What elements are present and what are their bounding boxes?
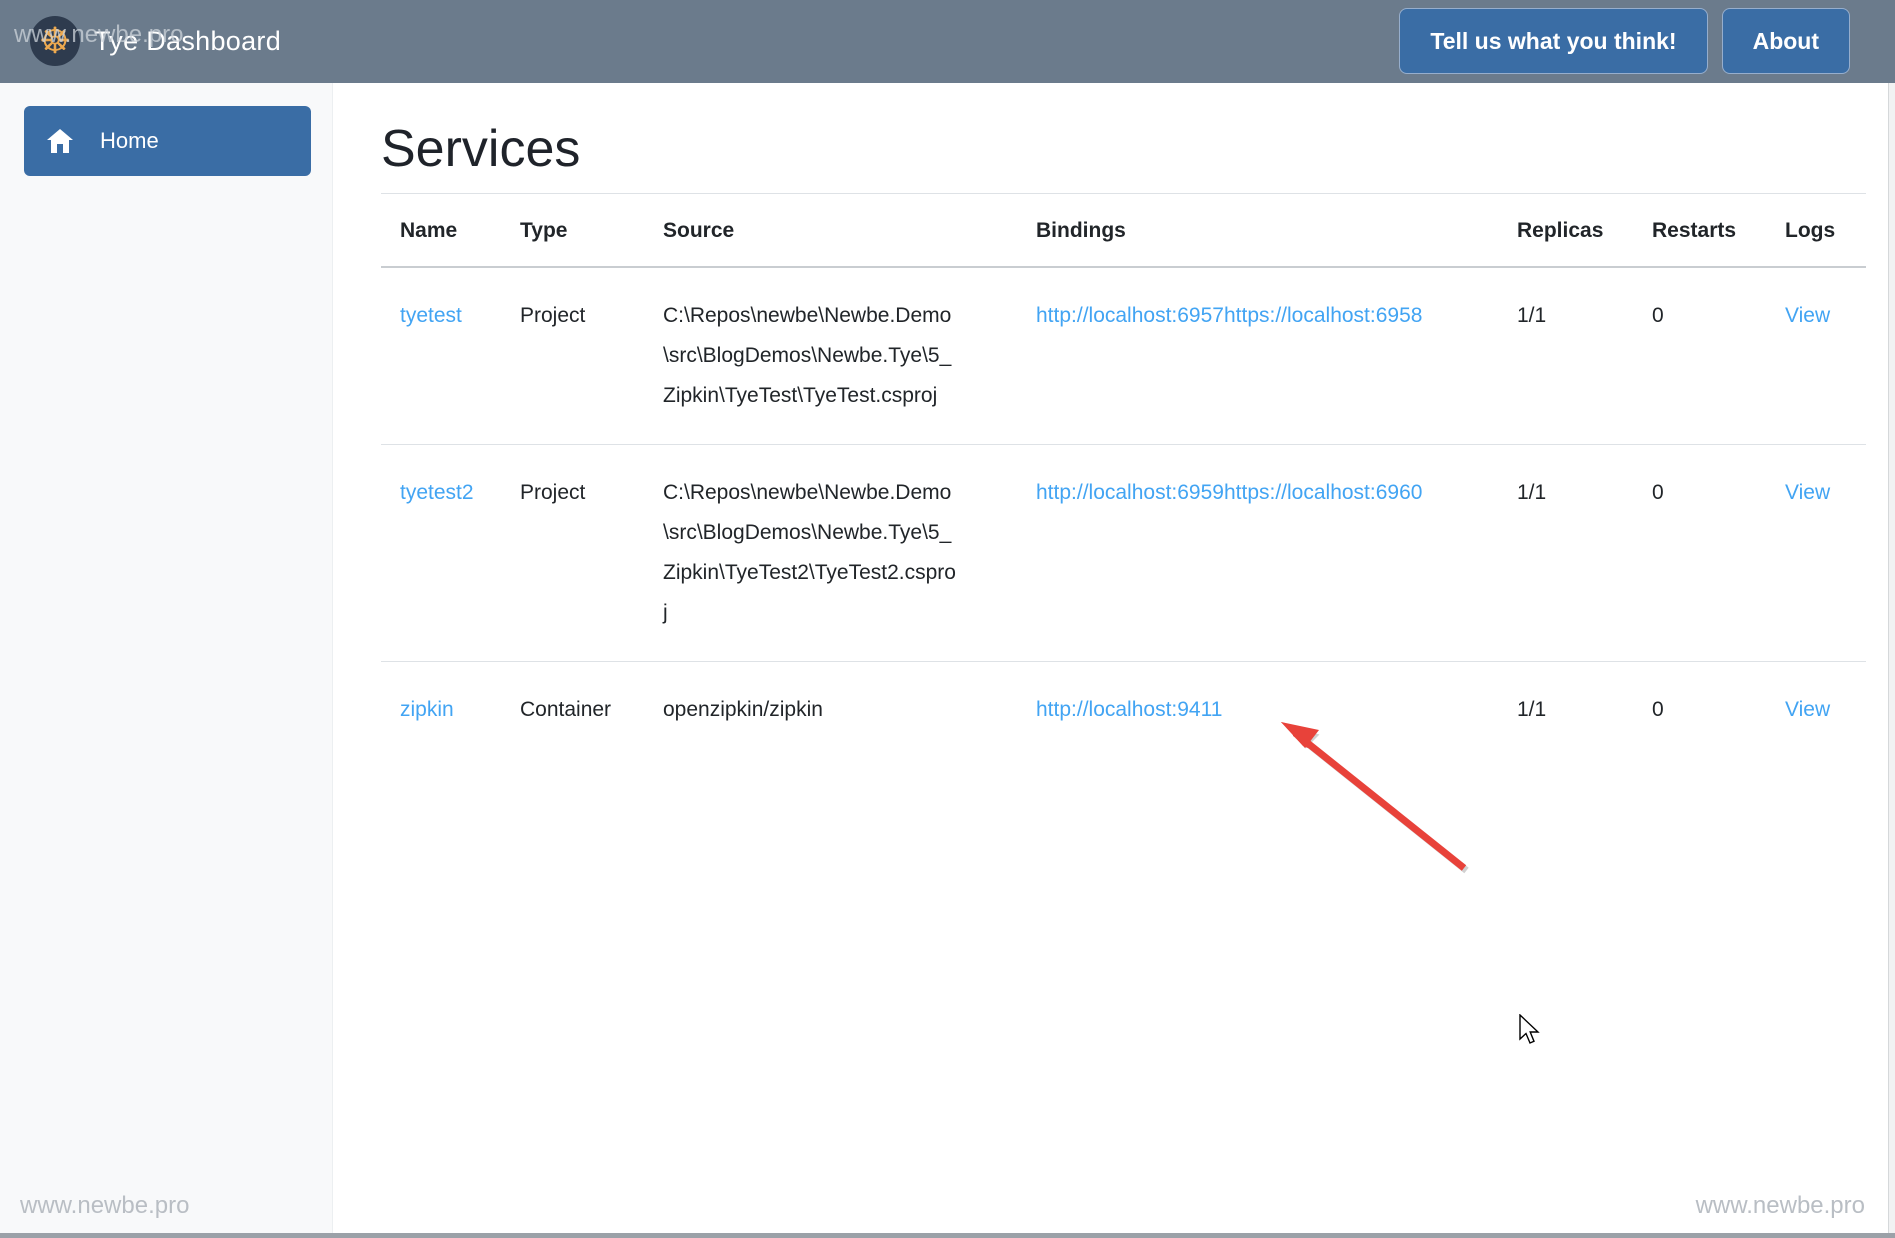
feedback-button[interactable]: Tell us what you think! bbox=[1399, 8, 1707, 74]
service-bindings: http://localhost:9411 bbox=[1017, 662, 1498, 759]
navbar-actions: Tell us what you think! About bbox=[1399, 8, 1850, 74]
service-source: openzipkin/zipkin bbox=[644, 662, 1017, 759]
service-name-link[interactable]: tyetest bbox=[400, 304, 462, 327]
column-header-type: Type bbox=[501, 194, 644, 268]
service-name-link[interactable]: tyetest2 bbox=[400, 481, 474, 504]
service-bindings: http://localhost:6957https://localhost:6… bbox=[1017, 267, 1498, 445]
column-header-name: Name bbox=[381, 194, 501, 268]
service-source: C:\Repos\newbe\Newbe.Demo\src\BlogDemos\… bbox=[644, 445, 1017, 662]
view-logs-link[interactable]: View bbox=[1785, 698, 1830, 721]
service-replicas: 1/1 bbox=[1498, 662, 1633, 759]
tye-dashboard-page: ☸ Tye Dashboard Tell us what you think! … bbox=[0, 0, 1895, 1238]
service-bindings: http://localhost:6959https://localhost:6… bbox=[1017, 445, 1498, 662]
service-restarts: 0 bbox=[1633, 267, 1766, 445]
about-button[interactable]: About bbox=[1722, 8, 1850, 74]
service-type: Container bbox=[501, 662, 644, 759]
brand: ☸ Tye Dashboard bbox=[30, 16, 281, 66]
service-name-link[interactable]: zipkin bbox=[400, 698, 454, 721]
view-logs-link[interactable]: View bbox=[1785, 481, 1830, 504]
app-title: Tye Dashboard bbox=[94, 26, 281, 57]
scrollbar[interactable] bbox=[1888, 83, 1895, 1234]
service-replicas: 1/1 bbox=[1498, 445, 1633, 662]
service-type: Project bbox=[501, 445, 644, 662]
table-row-tyetest: tyetest ProjectC:\Repos\newbe\Newbe.Demo\… bbox=[381, 267, 1866, 445]
column-header-replicas: Replicas bbox=[1498, 194, 1633, 268]
table-row-zipkin: zipkin Containeropenzipkin/zipkin http://l… bbox=[381, 662, 1866, 759]
page-title: Services bbox=[381, 119, 580, 179]
top-navbar: ☸ Tye Dashboard Tell us what you think! … bbox=[0, 0, 1895, 83]
service-type: Project bbox=[501, 267, 644, 445]
service-replicas: 1/1 bbox=[1498, 267, 1633, 445]
binding-link[interactable]: http://localhost:6959 bbox=[1036, 481, 1224, 504]
service-source: C:\Repos\newbe\Newbe.Demo\src\BlogDemos\… bbox=[644, 267, 1017, 445]
binding-link[interactable]: https://localhost:6960 bbox=[1224, 481, 1422, 504]
sidebar-item-home-label: Home bbox=[100, 128, 159, 154]
binding-link[interactable]: https://localhost:6958 bbox=[1224, 304, 1422, 327]
ship-wheel-icon: ☸ bbox=[39, 23, 71, 59]
table-row-tyetest2: tyetest2 ProjectC:\Repos\newbe\Newbe.Demo… bbox=[381, 445, 1866, 662]
binding-link[interactable]: http://localhost:9411 bbox=[1036, 698, 1222, 721]
column-header-source: Source bbox=[644, 194, 1017, 268]
sidebar: Home bbox=[0, 83, 333, 1233]
column-header-logs: Logs bbox=[1766, 194, 1866, 268]
window-bottom-edge bbox=[0, 1233, 1895, 1238]
services-table: NameTypeSourceBindingsReplicasRestartsLo… bbox=[381, 193, 1866, 758]
column-header-bindings: Bindings bbox=[1017, 194, 1498, 268]
main-content: Services NameTypeSourceBindingsReplicasR… bbox=[333, 83, 1888, 1234]
column-header-restarts: Restarts bbox=[1633, 194, 1766, 268]
home-icon bbox=[46, 128, 74, 154]
view-logs-link[interactable]: View bbox=[1785, 304, 1830, 327]
tye-logo: ☸ bbox=[30, 16, 80, 66]
binding-link[interactable]: http://localhost:6957 bbox=[1036, 304, 1224, 327]
services-table-header: NameTypeSourceBindingsReplicasRestartsLo… bbox=[381, 194, 1866, 268]
service-restarts: 0 bbox=[1633, 662, 1766, 759]
sidebar-item-home[interactable]: Home bbox=[24, 106, 311, 176]
service-restarts: 0 bbox=[1633, 445, 1766, 662]
